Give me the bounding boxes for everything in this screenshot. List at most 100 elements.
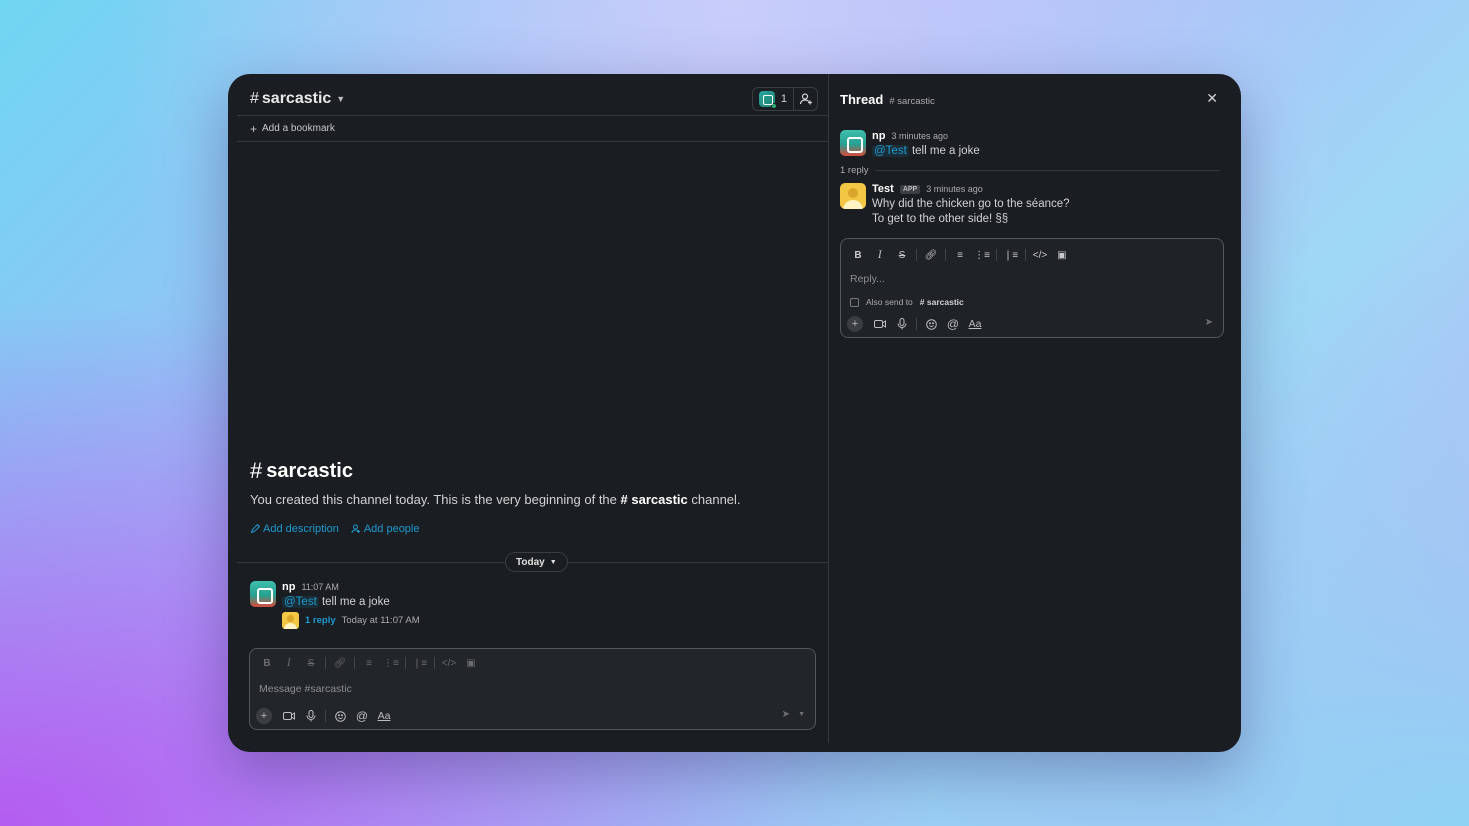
replies-divider: 1 reply	[840, 165, 1220, 176]
microphone-icon[interactable]	[891, 315, 913, 333]
thread-replies-link[interactable]: 1 reply Today at 11:07 AM	[282, 612, 420, 629]
intro-channel-link[interactable]: sarcastic	[631, 492, 687, 507]
channel-pane: # sarcastic ▼ 1 + Add a bookmark # sarca…	[237, 74, 829, 743]
format-toolbar: B I S 🔗︎ ≡ ⋮≡ ❘≡ </> ▣	[847, 247, 1073, 263]
add-description-label: Add description	[263, 523, 339, 535]
formatting-toggle[interactable]: Aa	[373, 707, 395, 725]
message-author[interactable]: np	[872, 130, 885, 142]
reply-avatar	[282, 612, 299, 629]
thread-reply-message[interactable]: Test APP 3 minutes ago Why did the chick…	[840, 183, 1070, 227]
ordered-list-icon[interactable]: ≡	[358, 655, 380, 671]
code-block-icon[interactable]: ▣	[460, 655, 482, 671]
also-send-checkbox[interactable]	[850, 297, 859, 307]
intro-text-before: You created this channel today. This is …	[250, 492, 617, 507]
thread-title: Thread	[840, 92, 884, 107]
italic-icon[interactable]: I	[869, 247, 891, 263]
pencil-icon	[250, 524, 260, 534]
app-badge: APP	[899, 184, 921, 194]
message-input[interactable]: Message #sarcastic	[259, 683, 352, 695]
reply-count[interactable]: 1 reply	[305, 615, 336, 626]
intro-text-after: channel.	[691, 492, 741, 507]
close-icon[interactable]: ✕	[1206, 90, 1218, 107]
message-item[interactable]: np 11:07 AM @Test tell me a joke 1 reply…	[250, 581, 420, 629]
microphone-icon[interactable]	[300, 707, 322, 725]
date-jump-button[interactable]: Today ▼	[505, 552, 568, 572]
message-author[interactable]: Test	[872, 183, 894, 195]
bulleted-list-icon[interactable]: ⋮≡	[971, 247, 993, 263]
message-author[interactable]: np	[282, 581, 295, 593]
thread-header: Thread # sarcastic	[840, 92, 935, 107]
date-divider: Today ▼	[237, 552, 829, 572]
channel-name: sarcastic	[261, 90, 332, 107]
bookmark-label: Add a bookmark	[262, 123, 335, 134]
blockquote-icon[interactable]: ❘≡	[409, 655, 431, 671]
thread-root-message[interactable]: np 3 minutes ago @Test tell me a joke	[840, 130, 980, 159]
also-send-option[interactable]: Also send to # sarcastic	[850, 297, 964, 307]
emoji-icon[interactable]	[329, 707, 351, 725]
ordered-list-icon[interactable]: ≡	[949, 247, 971, 263]
message-time[interactable]: 3 minutes ago	[891, 131, 948, 141]
mention-icon[interactable]: @	[942, 315, 964, 333]
add-people-link[interactable]: Add people	[351, 523, 420, 535]
slack-window: # sarcastic ▼ 1 + Add a bookmark # sarca…	[228, 74, 1241, 752]
also-send-label: Also send to	[866, 297, 913, 307]
code-icon[interactable]: </>	[1029, 247, 1051, 263]
channel-name-button[interactable]: # sarcastic ▼	[250, 90, 345, 108]
chevron-down-icon: ▼	[549, 558, 557, 566]
italic-icon[interactable]: I	[278, 655, 300, 671]
attach-plus-icon[interactable]: +	[256, 708, 272, 724]
formatting-toggle[interactable]: Aa	[964, 315, 986, 333]
reply-composer[interactable]: B I S 🔗︎ ≡ ⋮≡ ❘≡ </> ▣ Reply... Also sen…	[840, 238, 1224, 338]
attach-plus-icon[interactable]: +	[847, 316, 863, 332]
bulleted-list-icon[interactable]: ⋮≡	[380, 655, 402, 671]
video-icon[interactable]	[869, 315, 891, 333]
add-person-button[interactable]	[794, 87, 818, 111]
members-button[interactable]: 1	[751, 87, 794, 111]
intro-text: You created this channel today. This is …	[250, 492, 741, 507]
message-body: tell me a joke	[321, 596, 390, 608]
message-line-1: Why did the chicken go to the séance?	[872, 198, 1070, 210]
add-description-link[interactable]: Add description	[250, 523, 339, 535]
format-toolbar: B I S 🔗︎ ≡ ⋮≡ ❘≡ </> ▣	[256, 655, 482, 671]
send-options-chevron-icon[interactable]: ▼	[798, 711, 805, 718]
avatar[interactable]	[840, 183, 866, 209]
strikethrough-icon[interactable]: S	[300, 655, 322, 671]
add-bookmark-button[interactable]: + Add a bookmark	[237, 116, 828, 142]
plus-icon: +	[250, 121, 258, 136]
message-composer[interactable]: B I S 🔗︎ ≡ ⋮≡ ❘≡ </> ▣ Message #sarcasti…	[249, 648, 816, 730]
video-icon[interactable]	[278, 707, 300, 725]
mention-icon[interactable]: @	[351, 707, 373, 725]
bold-icon[interactable]: B	[847, 247, 869, 263]
message-line-2: To get to the other side! §§	[872, 213, 1009, 225]
emoji-icon[interactable]	[920, 315, 942, 333]
link-icon[interactable]: 🔗︎	[329, 655, 351, 671]
send-icon[interactable]: ➤	[782, 709, 790, 720]
thread-pane: Thread # sarcastic ✕ np 3 minutes ago @T…	[830, 74, 1232, 743]
channel-header: # sarcastic ▼ 1	[237, 74, 828, 116]
blockquote-icon[interactable]: ❘≡	[1000, 247, 1022, 263]
send-icon[interactable]: ➤	[1205, 317, 1213, 328]
replies-count: 1 reply	[840, 165, 869, 176]
reply-input[interactable]: Reply...	[850, 273, 885, 285]
message-body: tell me a joke	[911, 145, 980, 157]
bold-icon[interactable]: B	[256, 655, 278, 671]
link-icon[interactable]: 🔗︎	[920, 247, 942, 263]
chevron-down-icon: ▼	[336, 94, 346, 104]
avatar[interactable]	[840, 130, 866, 156]
member-count: 1	[780, 93, 787, 105]
hash-icon: #	[250, 458, 263, 483]
also-send-channel: # sarcastic	[919, 297, 964, 307]
person-icon	[351, 524, 360, 534]
code-icon[interactable]: </>	[438, 655, 460, 671]
avatar[interactable]	[250, 581, 276, 607]
reply-last-time: Today at 11:07 AM	[341, 615, 420, 626]
message-time[interactable]: 3 minutes ago	[926, 184, 983, 194]
code-block-icon[interactable]: ▣	[1051, 247, 1073, 263]
channel-intro: # sarcastic You created this channel tod…	[250, 458, 741, 535]
mention-link[interactable]: @Test	[872, 145, 909, 157]
strikethrough-icon[interactable]: S	[891, 247, 913, 263]
message-time[interactable]: 11:07 AM	[301, 582, 338, 592]
thread-channel-link[interactable]: # sarcastic	[889, 96, 934, 107]
add-person-icon	[799, 93, 812, 105]
mention-link[interactable]: @Test	[282, 596, 319, 608]
